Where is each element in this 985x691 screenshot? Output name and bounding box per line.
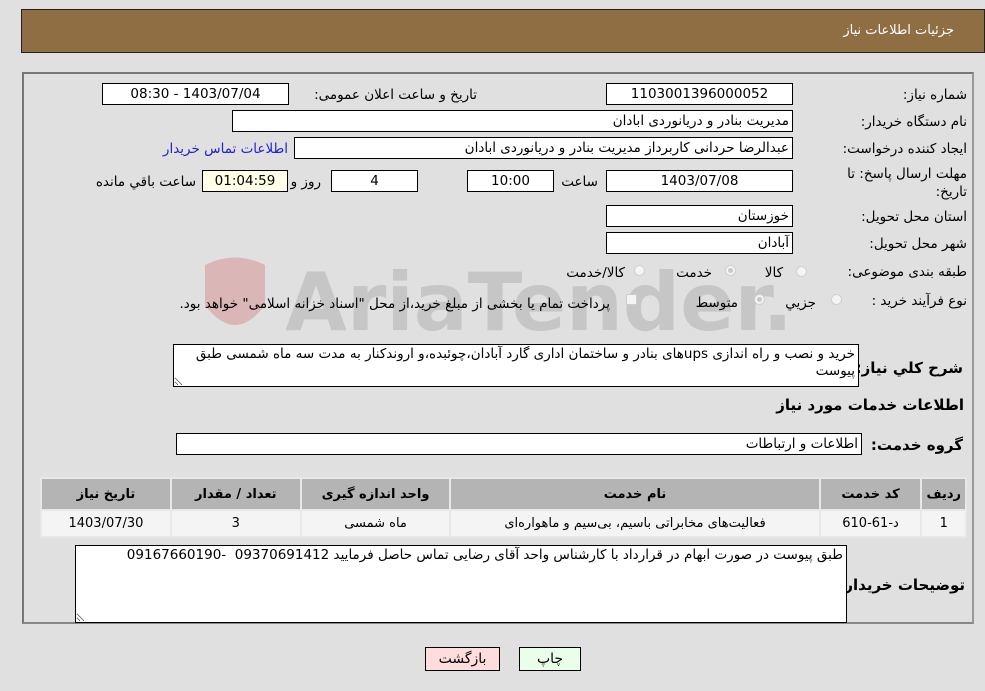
purchase-type-label: نوع فرآیند خرید : <box>871 293 967 309</box>
purchase-type-radio-minor[interactable] <box>831 294 842 305</box>
announce-datetime-label: تاریخ و ساعت اعلان عمومی: <box>314 87 477 103</box>
deadline-label: مهلت ارسال پاسخ: تا <box>847 166 967 182</box>
category-radio-goods-service[interactable] <box>634 265 645 276</box>
purchase-type-radio-medium[interactable] <box>754 294 765 305</box>
col-quantity: تعداد / مقدار <box>169 477 302 511</box>
category-option-goods-service: کالا/خدمت <box>566 265 625 281</box>
treasury-bonds-note: پرداخت تمام یا بخشی از مبلغ خرید،از محل … <box>179 296 610 312</box>
announce-datetime-field[interactable]: 1403/07/04 - 08:30 <box>102 83 289 105</box>
need-number-label: شماره نیاز: <box>902 87 967 103</box>
service-group-field[interactable]: اطلاعات و ارتباطات <box>176 433 862 455</box>
buyer-org-field[interactable]: مدیریت بنادر و دریانوردی ابادان <box>232 110 793 132</box>
days-label: روز و <box>290 174 321 190</box>
col-service-code: کد خدمت <box>818 477 923 511</box>
days-remaining-field[interactable]: 4 <box>331 170 418 192</box>
buyer-notes-label: توضیحات خریدار: <box>838 576 965 594</box>
deadline-date-field[interactable]: 1403/07/08 <box>606 170 793 192</box>
cell-need-date: 1403/07/30 <box>40 509 172 538</box>
services-section-title: اطلاعات خدمات مورد نیاز <box>776 396 964 414</box>
requester-label: ایجاد کننده درخواست: <box>842 141 967 157</box>
deadline-time-label: ساعت <box>561 174 598 190</box>
buyer-org-label: نام دستگاه خریدار: <box>860 114 967 130</box>
city-label: شهر محل تحویل: <box>869 236 967 252</box>
cell-unit: ماه شمسی <box>299 509 452 538</box>
print-button[interactable]: چاپ <box>519 647 581 671</box>
category-option-goods: کالا <box>764 265 783 281</box>
col-need-date: تاریخ نیاز <box>40 477 172 511</box>
col-unit: واحد اندازه گیری <box>299 477 452 511</box>
time-remaining-field: 01:04:59 <box>202 170 288 192</box>
description-textarea[interactable]: خرید و نصب و راه اندازی upsهای بنادر و س… <box>173 344 859 387</box>
category-radio-service[interactable] <box>725 265 736 276</box>
deadline-label-2: تاریخ: <box>935 184 967 200</box>
need-number-field[interactable]: 1103001396000052 <box>606 83 793 105</box>
time-remaining-label: ساعت باقي مانده <box>95 174 196 190</box>
requester-field[interactable]: عبدالرضا حردانی کاربرداز مدیریت بنادر و … <box>294 137 793 159</box>
purchase-type-option-medium: متوسط <box>695 295 738 311</box>
cell-quantity: 3 <box>169 509 302 538</box>
purchase-type-option-minor: جزيي <box>785 295 816 311</box>
buyer-contact-link[interactable]: اطلاعات تماس خریدار <box>163 141 288 157</box>
cell-service-code: د-61-610 <box>818 509 923 538</box>
table-header-row: ردیف کد خدمت نام خدمت واحد اندازه گیری ت… <box>40 477 967 511</box>
page-header: جزئیات اطلاعات نیاز <box>21 9 985 53</box>
category-label: طبقه بندی موضوعی: <box>847 264 967 280</box>
city-field[interactable]: آبادان <box>606 232 793 254</box>
deadline-time-field[interactable]: 10:00 <box>467 170 554 192</box>
col-row-number: ردیف <box>920 477 967 511</box>
col-service-name: نام خدمت <box>449 477 821 511</box>
cell-row-number: 1 <box>920 509 967 538</box>
buyer-notes-textarea[interactable]: طبق پیوست در صورت ابهام در قرارداد با کا… <box>75 545 847 623</box>
category-radio-goods[interactable] <box>796 266 807 277</box>
services-table: ردیف کد خدمت نام خدمت واحد اندازه گیری ت… <box>40 477 967 538</box>
province-label: استان محل تحویل: <box>861 209 967 225</box>
category-option-service: خدمت <box>676 265 712 281</box>
province-field[interactable]: خوزستان <box>606 205 793 227</box>
treasury-bonds-checkbox[interactable] <box>626 294 637 305</box>
cell-service-name: فعالیت‌های مخابراتی باسیم، بی‌سیم و ماهو… <box>449 509 821 538</box>
table-row[interactable]: 1 د-61-610 فعالیت‌های مخابراتی باسیم، بی… <box>40 509 967 538</box>
description-label: شرح كلي نياز: <box>855 359 963 377</box>
back-button[interactable]: بازگشت <box>425 647 500 671</box>
service-group-label: گروه خدمت: <box>870 436 963 454</box>
page-title: جزئیات اطلاعات نیاز <box>843 23 954 38</box>
